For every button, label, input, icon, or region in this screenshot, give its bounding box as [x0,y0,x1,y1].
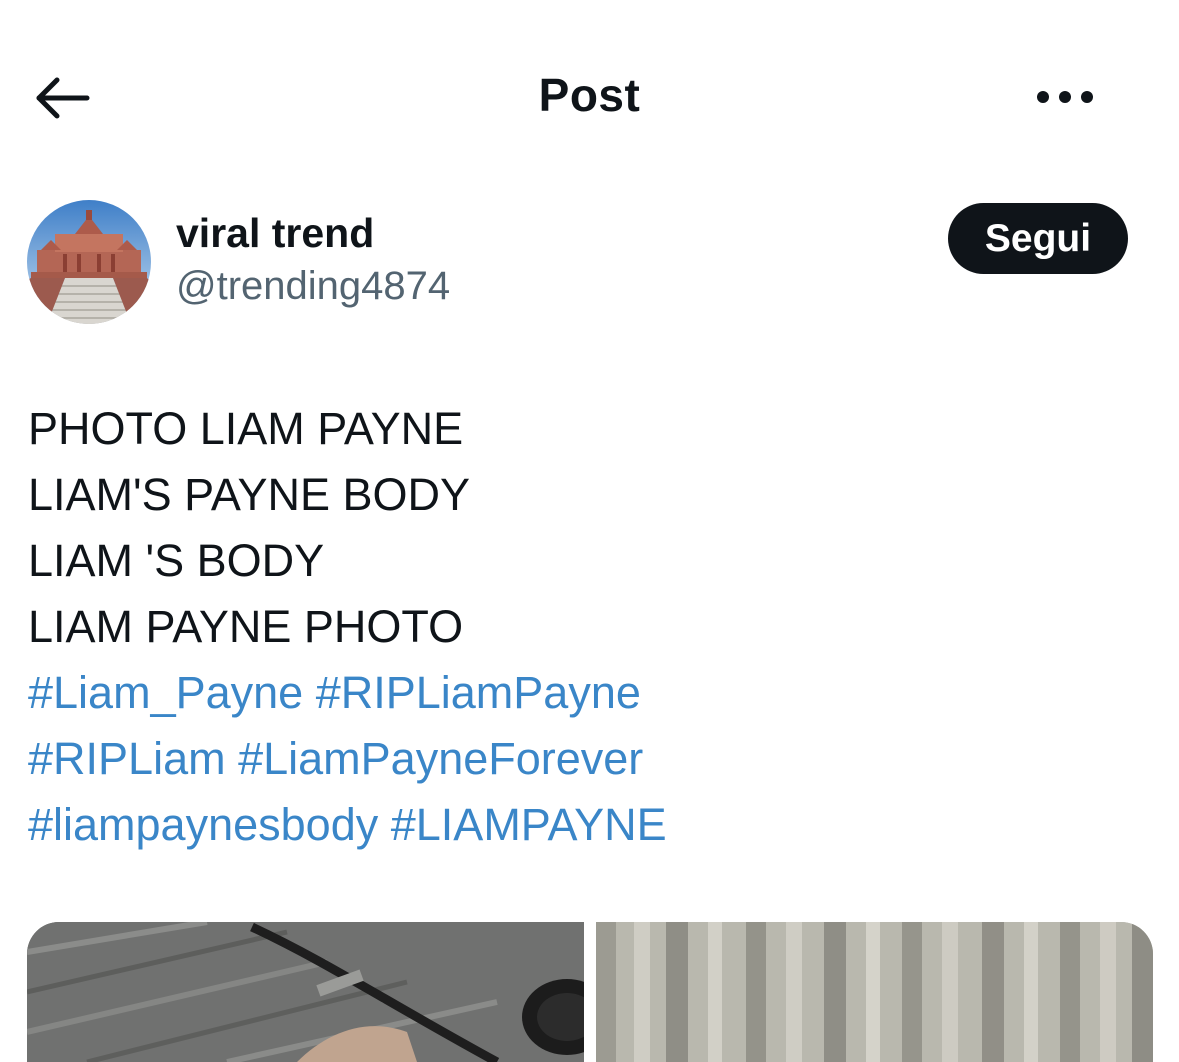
hashtag-link[interactable]: #RIPLiam [28,733,226,784]
post-text-line: LIAM'S PAYNE BODY [28,469,471,520]
temple-avatar-image [27,200,151,324]
hashtag-link[interactable]: #liampaynesbody [28,799,378,850]
hashtag-link[interactable]: #RIPLiamPayne [316,667,641,718]
top-bar: Post [0,0,1179,190]
media-thumbnail-left [27,922,584,1062]
follow-button[interactable]: Segui [948,203,1128,274]
post-text-line: LIAM PAYNE PHOTO [28,601,464,652]
author-name[interactable]: viral trend [176,210,374,257]
hashtag-line: #Liam_Payne #RIPLiamPayne [28,660,1148,726]
media-thumbnail-right [596,922,1153,1062]
avatar[interactable] [27,200,151,324]
more-horizontal-icon [1037,91,1093,103]
hashtag-line: #liampaynesbody #LIAMPAYNE [28,792,1148,858]
hashtag-line: #RIPLiam #LiamPayneForever [28,726,1148,792]
hashtag-link[interactable]: #LiamPayneForever [238,733,643,784]
author-handle[interactable]: @trending4874 [176,264,450,309]
post-text-line: LIAM 'S BODY [28,535,325,586]
hashtag-link[interactable]: #LIAMPAYNE [391,799,667,850]
more-options-button[interactable] [1030,74,1100,120]
post-text: PHOTO LIAM PAYNE LIAM'S PAYNE BODY LIAM … [28,396,1148,858]
post-text-line: PHOTO LIAM PAYNE [28,403,464,454]
hashtag-link[interactable]: #Liam_Payne [28,667,303,718]
post-media-image[interactable] [596,922,1153,1062]
post-media-image[interactable] [27,922,584,1062]
page-title: Post [538,69,641,121]
